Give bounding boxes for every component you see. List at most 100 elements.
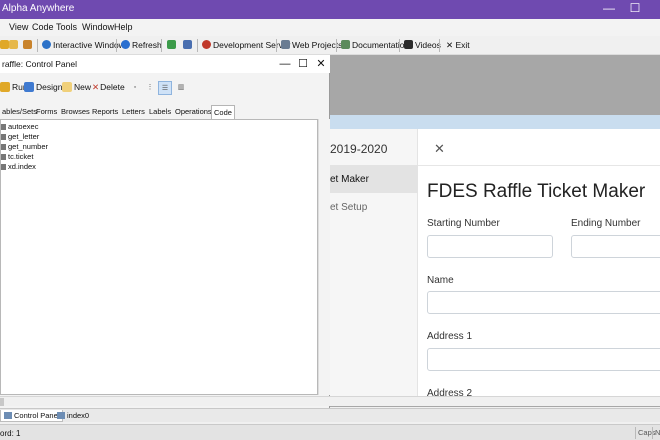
toolbar-separator — [439, 39, 440, 52]
delete-button[interactable]: ✕Delete — [92, 82, 125, 93]
list-item[interactable]: tc.ticket — [1, 152, 33, 161]
control-panel-title: raffle: Control Panel — [2, 59, 77, 69]
horizontal-scrollbar[interactable] — [0, 396, 660, 406]
status-bar: ord: 1 Caps Nu — [0, 424, 660, 440]
video-icon — [404, 40, 413, 49]
control-panel-toolbar: Run Design New ✕Delete ▫ ⋮ ☰ ▥ — [0, 79, 330, 99]
ending-number-label: Ending Number — [571, 218, 641, 229]
window-icon — [4, 412, 12, 419]
list-item[interactable]: get_number — [1, 142, 48, 151]
toolbar-open-icon[interactable] — [9, 38, 20, 53]
doc-tab-index0[interactable]: index0 — [54, 410, 92, 422]
tab-browses[interactable]: Browses — [59, 105, 92, 119]
starting-number-label: Starting Number — [427, 218, 500, 229]
globe-icon — [42, 40, 51, 49]
record-status: ord: 1 — [0, 429, 21, 438]
list-item[interactable]: get_letter — [1, 132, 39, 141]
menu-view[interactable]: View — [9, 22, 28, 32]
design-button[interactable]: Design — [24, 82, 62, 92]
tab-letters[interactable]: Letters — [120, 105, 147, 119]
control-panel-close-button[interactable]: ✕ — [312, 55, 330, 73]
nav-ticket-maker[interactable]: et Maker — [330, 165, 418, 193]
menu-bar: View Code Tools Window Help — [0, 19, 660, 36]
function-icon — [1, 134, 6, 140]
menu-help[interactable]: Help — [114, 22, 133, 32]
name-label: Name — [427, 275, 454, 286]
function-icon — [1, 144, 6, 150]
app-title: Alpha Anywhere — [2, 3, 75, 14]
web-projects-button[interactable]: Web Projects — [281, 38, 342, 53]
run-icon — [0, 82, 10, 92]
tab-labels[interactable]: Labels — [147, 105, 173, 119]
code-list-scrollbar[interactable] — [318, 119, 330, 395]
development-server-button[interactable]: Development Server — [202, 38, 290, 53]
toolbar-add-icon[interactable] — [167, 38, 178, 53]
exit-button[interactable]: ✕ Exit — [446, 38, 470, 53]
minimize-button[interactable]: — — [596, 0, 622, 19]
server-icon — [202, 40, 211, 49]
control-panel-window: raffle: Control Panel — ☐ ✕ Run Design N… — [0, 55, 330, 408]
toolbar-separator — [37, 39, 38, 52]
close-icon[interactable]: ✕ — [434, 141, 445, 157]
code-list: autoexec get_letter get_number tc.ticket… — [0, 119, 318, 395]
toolbar-save-icon[interactable] — [23, 38, 34, 53]
toolbar-separator — [276, 39, 277, 52]
script-icon — [1, 154, 6, 160]
year-label: 2019-2020 — [330, 142, 388, 156]
videos-button[interactable]: Videos — [404, 38, 441, 53]
toolbar-separator — [336, 39, 337, 52]
refresh-icon — [121, 40, 130, 49]
toolbar-separator — [116, 39, 117, 52]
address1-label: Address 1 — [427, 331, 473, 342]
window-icon — [57, 412, 65, 419]
design-icon — [24, 82, 34, 92]
starting-number-input[interactable] — [427, 235, 553, 258]
delete-icon: ✕ — [92, 82, 100, 92]
divider — [418, 165, 660, 166]
num-indicator: Nu — [652, 427, 660, 439]
close-icon: ✕ — [446, 40, 454, 50]
menu-tools[interactable]: Tools — [56, 22, 77, 32]
web-sidebar: 2019-2020 et Maker et Setup — [330, 129, 418, 399]
web-preview-header — [330, 115, 660, 129]
scrollbar-thumb[interactable] — [0, 398, 4, 406]
list-item[interactable]: autoexec — [1, 122, 38, 131]
list-view-icon[interactable]: ☰ — [158, 81, 172, 95]
toolbar-separator — [399, 39, 400, 52]
nav-ticket-setup[interactable]: et Setup — [330, 202, 367, 213]
tree-view-icon[interactable]: ⋮ — [143, 81, 157, 95]
tab-code[interactable]: Code — [211, 105, 235, 119]
script-icon — [1, 164, 6, 170]
script-icon — [1, 124, 6, 130]
page-title: FDES Raffle Ticket Maker — [427, 181, 646, 202]
tab-reports[interactable]: Reports — [90, 105, 120, 119]
list-item[interactable]: xd.index — [1, 162, 36, 171]
toolbar-separator — [161, 39, 162, 52]
tab-operations[interactable]: Operations — [173, 105, 214, 119]
maximize-button[interactable]: ☐ — [622, 0, 648, 19]
control-panel-titlebar: raffle: Control Panel — ☐ ✕ — [0, 55, 330, 73]
control-panel-restore-button[interactable]: ☐ — [294, 55, 312, 73]
refresh-button[interactable]: Refresh — [121, 38, 162, 53]
main-toolbar: Interactive Window Refresh Development S… — [0, 36, 660, 55]
name-input[interactable] — [427, 291, 660, 314]
caps-indicator: Caps — [635, 427, 656, 439]
menu-code[interactable]: Code — [32, 22, 54, 32]
book-icon — [341, 40, 350, 49]
tab-forms[interactable]: Forms — [34, 105, 59, 119]
toolbar-separator — [197, 39, 198, 52]
ending-number-input[interactable] — [571, 235, 660, 258]
address1-input[interactable] — [427, 348, 660, 371]
menu-window[interactable]: Window — [82, 22, 114, 32]
control-panel-tabs: ables/Sets Forms Browses Reports Letters… — [0, 105, 330, 119]
new-button[interactable]: New — [62, 82, 91, 92]
interactive-window-button[interactable]: Interactive Window — [42, 38, 125, 53]
web-preview: 2019-2020 et Maker et Setup ✕ FDES Raffl… — [330, 129, 660, 399]
sort-icon[interactable]: ▫ — [128, 81, 142, 95]
web-projects-icon — [281, 40, 290, 49]
grid-view-icon[interactable]: ▥ — [174, 81, 188, 95]
toolbar-monitor-icon[interactable] — [183, 38, 194, 53]
document-tabbar: Control Panel index0 — [0, 408, 660, 422]
app-titlebar: Alpha Anywhere — ☐ — [0, 0, 660, 19]
control-panel-minimize-button[interactable]: — — [276, 55, 294, 73]
